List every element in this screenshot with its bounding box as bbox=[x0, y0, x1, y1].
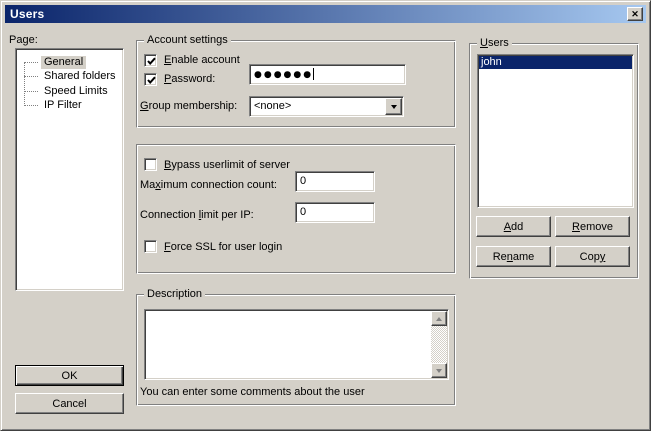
max-connection-count-value: 0 bbox=[300, 175, 306, 187]
titlebar: Users ✕ bbox=[5, 5, 646, 23]
users-dialog: Users ✕ Page: General Shared folders Spe… bbox=[0, 0, 651, 431]
password-input[interactable]: ●●●●●● bbox=[249, 64, 406, 85]
copy-button[interactable]: Copy bbox=[555, 246, 630, 267]
enable-account-label: Enable account bbox=[164, 54, 240, 67]
scroll-down-arrow-icon bbox=[436, 369, 442, 373]
description-group-title: Description bbox=[144, 288, 205, 300]
tree-item-general[interactable]: General bbox=[16, 55, 121, 69]
connection-settings-group: Bypass userlimit of server Maximum conne… bbox=[136, 144, 456, 274]
user-list-item[interactable]: john bbox=[479, 56, 632, 69]
connection-limit-per-ip-input[interactable]: 0 bbox=[295, 202, 375, 223]
vertical-scrollbar[interactable] bbox=[431, 311, 447, 378]
scroll-down-button[interactable] bbox=[431, 363, 447, 378]
close-button[interactable]: ✕ bbox=[627, 7, 643, 21]
account-settings-group: Account settings Enable account Password… bbox=[136, 40, 456, 128]
group-membership-label: Group membership: bbox=[140, 100, 237, 113]
tree-item-speed-limits[interactable]: Speed Limits bbox=[16, 84, 121, 98]
max-connection-count-input[interactable]: 0 bbox=[295, 171, 375, 192]
description-textarea[interactable] bbox=[144, 309, 449, 380]
page-label: Page: bbox=[9, 34, 38, 47]
cancel-button[interactable]: Cancel bbox=[15, 393, 124, 414]
close-icon: ✕ bbox=[631, 10, 639, 19]
description-hint: You can enter some comments about the us… bbox=[140, 386, 365, 399]
connection-limit-per-ip-label: Connection limit per IP: bbox=[140, 209, 254, 222]
text-cursor bbox=[313, 68, 314, 80]
users-listbox: john bbox=[477, 54, 634, 208]
tree-item-label: IP Filter bbox=[41, 99, 85, 112]
password-label: Password: bbox=[164, 73, 215, 86]
force-ssl-label: Force SSL for user login bbox=[164, 241, 282, 254]
description-group: Description You can enter some comments … bbox=[136, 294, 456, 406]
password-masked-value: ●●●●●● bbox=[254, 70, 313, 80]
scroll-up-arrow-icon bbox=[436, 317, 442, 321]
rename-button[interactable]: Rename bbox=[476, 246, 551, 267]
remove-button[interactable]: Remove bbox=[555, 216, 630, 237]
window-title: Users bbox=[10, 7, 44, 21]
group-membership-select[interactable]: <none> bbox=[249, 96, 404, 117]
scroll-up-button[interactable] bbox=[431, 311, 447, 326]
users-group: Users john Add Remove Rename Copy bbox=[469, 43, 639, 279]
tree-item-shared-folders[interactable]: Shared folders bbox=[16, 69, 121, 83]
tree-item-ip-filter[interactable]: IP Filter bbox=[16, 98, 121, 112]
bypass-userlimit-checkbox[interactable] bbox=[144, 158, 157, 171]
tree-item-label: Shared folders bbox=[41, 70, 119, 83]
account-settings-group-title: Account settings bbox=[144, 34, 231, 46]
enable-account-checkbox[interactable] bbox=[144, 54, 157, 67]
checkmark-icon bbox=[146, 56, 157, 67]
ok-button[interactable]: OK bbox=[15, 365, 124, 386]
password-checkbox[interactable] bbox=[144, 73, 157, 86]
connection-limit-per-ip-value: 0 bbox=[300, 206, 306, 218]
add-button[interactable]: Add bbox=[476, 216, 551, 237]
force-ssl-checkbox[interactable] bbox=[144, 240, 157, 253]
max-connection-count-label: Maximum connection count: bbox=[140, 179, 277, 192]
bypass-userlimit-label: Bypass userlimit of server bbox=[164, 159, 290, 172]
dropdown-arrow-icon bbox=[391, 105, 397, 109]
page-tree: General Shared folders Speed Limits IP F… bbox=[15, 48, 124, 291]
group-membership-value: <none> bbox=[254, 100, 291, 113]
group-membership-dropdown-button[interactable] bbox=[385, 98, 402, 115]
tree-item-label: General bbox=[41, 56, 86, 69]
tree-item-label: Speed Limits bbox=[41, 85, 111, 98]
checkmark-icon bbox=[146, 75, 157, 86]
users-group-title: Users bbox=[477, 37, 512, 49]
